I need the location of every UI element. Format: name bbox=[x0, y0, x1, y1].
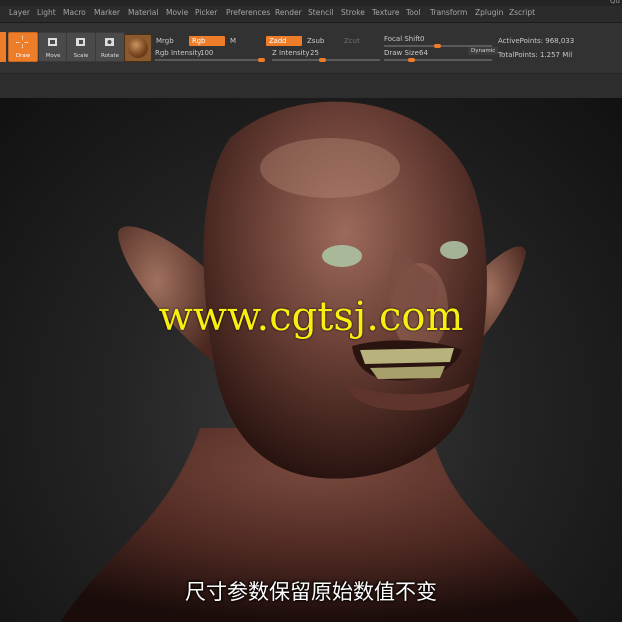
menu-light[interactable]: Light bbox=[37, 8, 56, 17]
top-toolbar: Draw Move Scale Rotate Mrgb Rgb M Zadd Z… bbox=[0, 23, 622, 74]
edit-button-edge[interactable] bbox=[0, 32, 6, 62]
menu-zplugin[interactable]: Zplugin bbox=[475, 8, 503, 17]
zbrush-app: Qu Layer Light Macro Marker Material Mov… bbox=[0, 0, 622, 622]
draw-size-track[interactable] bbox=[384, 59, 492, 61]
material-button[interactable] bbox=[124, 34, 152, 62]
rotate-icon bbox=[105, 38, 114, 46]
menu-render[interactable]: Render bbox=[275, 8, 302, 17]
draw-crosshair-icon bbox=[16, 36, 29, 49]
rgb-intensity-label: Rgb Intensity bbox=[155, 49, 202, 57]
menu-picker[interactable]: Picker bbox=[195, 8, 217, 17]
menu-layer[interactable]: Layer bbox=[9, 8, 30, 17]
move-icon bbox=[48, 38, 57, 46]
menu-texture[interactable]: Texture bbox=[372, 8, 399, 17]
rgb-toggle[interactable]: Rgb bbox=[189, 36, 225, 46]
z-intensity-label: Z Intensity bbox=[272, 49, 310, 57]
dynamic-toggle[interactable]: Dynamic bbox=[468, 47, 499, 55]
corner-label: Qu bbox=[610, 0, 620, 5]
toolbar-shelf bbox=[0, 74, 622, 99]
move-button-label: Move bbox=[45, 53, 61, 59]
menu-zscript[interactable]: Zscript bbox=[509, 8, 535, 17]
sculpt-render bbox=[60, 101, 580, 622]
z-intensity-track[interactable] bbox=[272, 59, 380, 61]
z-intensity-knob[interactable] bbox=[319, 58, 326, 62]
draw-size-label: Draw Size bbox=[384, 49, 419, 57]
focal-shift-value: 0 bbox=[420, 35, 425, 43]
zcut-toggle[interactable]: Zcut bbox=[344, 37, 360, 45]
draw-size-value: 64 bbox=[419, 49, 428, 57]
rgb-intensity-track[interactable] bbox=[155, 59, 265, 61]
move-button[interactable]: Move bbox=[38, 32, 68, 62]
menu-stencil[interactable]: Stencil bbox=[308, 8, 333, 17]
scale-button-label: Scale bbox=[73, 53, 89, 59]
menu-movie[interactable]: Movie bbox=[166, 8, 188, 17]
canvas-viewport[interactable]: www.cgtsj.com 尺寸参数保留原始数值不变 bbox=[0, 98, 622, 622]
active-points-readout: ActivePoints: 968,033 bbox=[498, 37, 575, 45]
menu-material[interactable]: Material bbox=[128, 8, 158, 17]
draw-size-knob[interactable] bbox=[408, 58, 415, 62]
draw-button[interactable]: Draw bbox=[8, 32, 38, 62]
menu-stroke[interactable]: Stroke bbox=[341, 8, 365, 17]
draw-button-label: Draw bbox=[15, 53, 31, 59]
material-sphere-icon bbox=[128, 38, 148, 58]
z-intensity-value: 25 bbox=[310, 49, 319, 57]
menu-macro[interactable]: Macro bbox=[63, 8, 86, 17]
mrgb-toggle[interactable]: Mrgb bbox=[156, 37, 174, 45]
menu-preferences[interactable]: Preferences bbox=[226, 8, 270, 17]
m-toggle[interactable]: M bbox=[230, 37, 236, 45]
total-points-readout: TotalPoints: 1.257 Mil bbox=[498, 51, 573, 59]
zadd-toggle[interactable]: Zadd bbox=[266, 36, 302, 46]
rgb-intensity-knob[interactable] bbox=[258, 58, 265, 62]
menu-transform[interactable]: Transform bbox=[430, 8, 467, 17]
watermark-text: www.cgtsj.com bbox=[158, 294, 464, 340]
rgb-intensity-value: 100 bbox=[200, 49, 214, 57]
scale-icon bbox=[76, 38, 85, 46]
menu-bar: Layer Light Macro Marker Material Movie … bbox=[0, 6, 622, 23]
rotate-button-label: Rotate bbox=[100, 53, 119, 59]
menu-marker[interactable]: Marker bbox=[94, 8, 120, 17]
focal-shift-knob[interactable] bbox=[434, 44, 441, 48]
focal-shift-label: Focal Shift bbox=[384, 35, 421, 43]
menu-tool[interactable]: Tool bbox=[406, 8, 421, 17]
scale-button[interactable]: Scale bbox=[66, 32, 96, 62]
zsub-toggle[interactable]: Zsub bbox=[307, 37, 324, 45]
rotate-button[interactable]: Rotate bbox=[95, 32, 125, 62]
subtitle-caption: 尺寸参数保留原始数值不变 bbox=[185, 580, 437, 604]
